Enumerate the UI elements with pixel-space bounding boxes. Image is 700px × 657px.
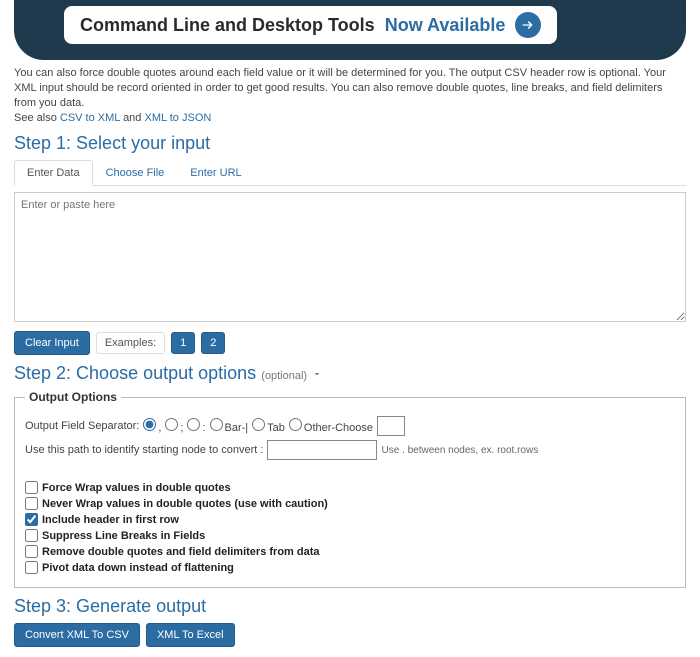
sep-semicolon[interactable]: ; [165,418,183,434]
step2-title-text: Step 2: Choose output options [14,363,261,383]
output-options-legend: Output Options [25,390,121,404]
xml-to-excel-button[interactable]: XML To Excel [146,623,235,647]
include-header-label[interactable]: Include header in first row [42,514,179,526]
step2-title[interactable]: Step 2: Choose output options (optional) [14,363,686,384]
sep-other-input[interactable] [377,416,405,436]
banner-text-highlight: Now Available [385,15,506,36]
sep-comma[interactable]: , [143,418,161,434]
sep-comma-radio[interactable] [143,418,156,431]
separator-label: Output Field Separator: [25,420,139,432]
pivot-label[interactable]: Pivot data down instead of flattening [42,562,234,574]
sep-tab[interactable]: Tab [252,418,285,434]
tab-choose-file[interactable]: Choose File [93,160,178,185]
output-options-fieldset: Output Options Output Field Separator: ,… [14,390,686,588]
intro-line1: You can also force double quotes around … [14,67,666,109]
path-row: Use this path to identify starting node … [25,440,675,460]
chevron-down-icon [312,363,322,384]
see-also-label: See also [14,112,60,124]
example-1-button[interactable]: 1 [171,332,195,354]
optional-label: (optional) [261,370,307,382]
suppress-breaks-label[interactable]: Suppress Line Breaks in Fields [42,530,205,542]
banner-text-prefix: Command Line and Desktop Tools [80,15,375,36]
remove-quotes-label[interactable]: Remove double quotes and field delimiter… [42,546,320,558]
step1-title: Step 1: Select your input [14,133,686,154]
tab-enter-data[interactable]: Enter Data [14,160,93,186]
suppress-breaks-checkbox[interactable] [25,529,38,542]
tab-enter-url[interactable]: Enter URL [177,160,254,185]
sep-semicolon-radio[interactable] [165,418,178,431]
example-2-button[interactable]: 2 [201,332,225,354]
remove-quotes-checkbox[interactable] [25,545,38,558]
never-wrap-checkbox[interactable] [25,497,38,510]
sep-colon[interactable]: : [187,418,205,434]
separator-row: Output Field Separator: , ; : Bar-| Tab … [25,416,675,436]
xml-to-json-link[interactable]: XML to JSON [144,112,211,124]
include-header-checkbox[interactable] [25,513,38,526]
force-wrap-label[interactable]: Force Wrap values in double quotes [42,482,231,494]
arrow-right-circle-icon [515,12,541,38]
force-wrap-checkbox[interactable] [25,481,38,494]
csv-to-xml-link[interactable]: CSV to XML [60,112,120,124]
convert-xml-to-csv-button[interactable]: Convert XML To CSV [14,623,140,647]
path-hint: Use . between nodes, ex. root.rows [381,445,538,456]
never-wrap-label[interactable]: Never Wrap values in double quotes (use … [42,498,328,510]
input-tabs: Enter Data Choose File Enter URL [14,160,686,186]
path-input[interactable] [267,440,377,460]
step3-title: Step 3: Generate output [14,596,686,617]
sep-other[interactable]: Other-Choose [289,418,373,434]
sep-bar[interactable]: Bar-| [210,418,249,434]
path-label: Use this path to identify starting node … [25,444,263,456]
intro-text: You can also force double quotes around … [14,66,686,125]
sep-bar-radio[interactable] [210,418,223,431]
clear-input-button[interactable]: Clear Input [14,331,90,355]
sep-tab-radio[interactable] [252,418,265,431]
sep-colon-radio[interactable] [187,418,200,431]
top-banner: Command Line and Desktop Tools Now Avail… [14,0,686,60]
and-label: and [123,112,144,124]
examples-label: Examples: [96,332,165,354]
input-textarea[interactable] [14,192,686,322]
pivot-checkbox[interactable] [25,561,38,574]
banner-content[interactable]: Command Line and Desktop Tools Now Avail… [64,6,557,44]
sep-other-radio[interactable] [289,418,302,431]
